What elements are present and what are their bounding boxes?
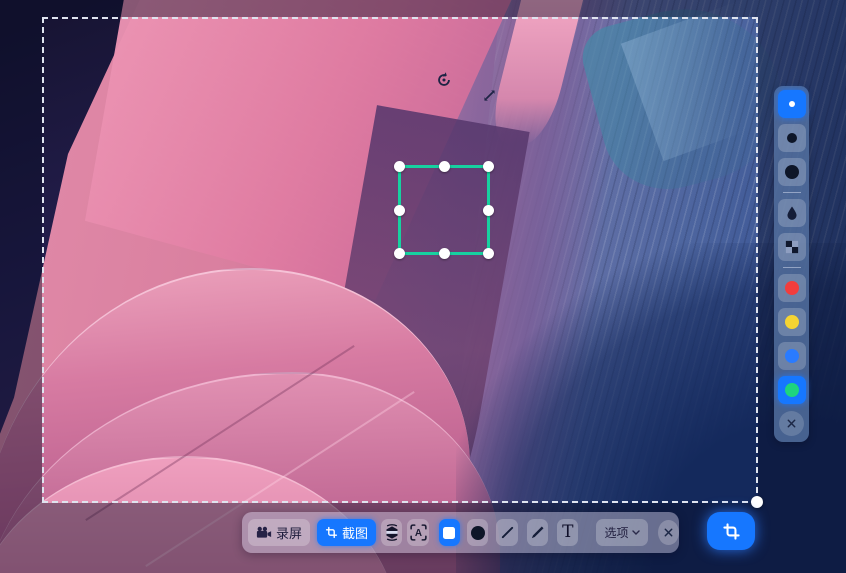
crop-icon (722, 522, 740, 540)
record-screen-label: 录屏 (276, 526, 303, 541)
side-palette-panel (774, 86, 809, 442)
palette-close-button[interactable] (779, 411, 804, 436)
ocr-brackets-a-icon: A (409, 524, 427, 541)
hexagon-scroll-icon (386, 524, 398, 541)
pen-tool-button[interactable] (526, 519, 549, 546)
annotation-handle-s[interactable] (438, 248, 450, 259)
pen-icon (531, 526, 544, 539)
screenshot-button[interactable]: 截图 (317, 519, 377, 546)
size-medium-button[interactable] (777, 124, 806, 152)
chevron-down-icon (632, 530, 641, 535)
bottom-toolbar: 录屏 截图 A T 选项 (242, 512, 679, 553)
circle-icon (470, 525, 485, 540)
red-color-swatch (784, 281, 799, 295)
color-green-button[interactable] (777, 376, 806, 404)
ellipse-tool-button[interactable] (467, 519, 489, 546)
large-dot-icon (784, 165, 799, 179)
color-blue-button[interactable] (777, 342, 806, 370)
text-icon: T (562, 522, 574, 542)
rectangle-tool-button[interactable] (438, 519, 461, 546)
screenshot-label: 截图 (342, 526, 369, 541)
line-icon (501, 526, 513, 539)
options-label: 选项 (604, 526, 629, 540)
square-icon (443, 526, 456, 539)
yellow-color-swatch (784, 315, 799, 329)
small-dot-icon (788, 101, 795, 107)
scroll-capture-button[interactable] (381, 519, 403, 546)
close-icon (664, 528, 673, 537)
options-dropdown-button[interactable]: 选项 (596, 519, 649, 546)
selection-resize-handle[interactable] (751, 496, 763, 508)
green-color-swatch (784, 383, 799, 397)
text-tool-button[interactable]: T (557, 519, 579, 546)
mosaic-icon (785, 240, 798, 254)
selection-region[interactable] (42, 17, 763, 508)
size-large-button[interactable] (777, 158, 806, 186)
annotation-handle-ne[interactable] (483, 161, 494, 172)
line-tool-button[interactable] (496, 519, 518, 546)
confirm-capture-button[interactable] (707, 512, 755, 550)
color-yellow-button[interactable] (777, 308, 806, 336)
divider (782, 267, 801, 268)
ocr-button[interactable]: A (407, 519, 429, 546)
annotation-handle-nw[interactable] (394, 161, 405, 172)
color-red-button[interactable] (777, 274, 806, 302)
rotate-cursor-icon[interactable] (435, 71, 453, 94)
annotation-handle-w[interactable] (394, 204, 405, 216)
droplet-button[interactable] (777, 199, 806, 227)
video-camera-icon (256, 526, 272, 538)
annotation-handle-sw[interactable] (394, 248, 405, 259)
annotation-handle-e[interactable] (483, 204, 494, 216)
close-icon (787, 419, 796, 428)
divider (782, 192, 801, 193)
medium-dot-icon (786, 133, 797, 143)
record-screen-button[interactable]: 录屏 (248, 519, 311, 546)
droplet-icon (786, 206, 797, 220)
crop-icon (325, 526, 338, 539)
annotation-handle-se[interactable] (483, 248, 494, 259)
ocr-letter: A (414, 528, 421, 539)
capture-overlay: 录屏 截图 A T 选项 (0, 0, 846, 573)
annotation-handle-n[interactable] (438, 161, 450, 172)
blue-color-swatch (784, 349, 799, 363)
toolbar-close-button[interactable] (658, 520, 679, 545)
size-small-button[interactable] (777, 90, 806, 118)
mosaic-button[interactable] (777, 233, 806, 261)
diagonal-resize-cursor-icon (482, 88, 497, 108)
annotation-rectangle[interactable] (394, 161, 494, 259)
